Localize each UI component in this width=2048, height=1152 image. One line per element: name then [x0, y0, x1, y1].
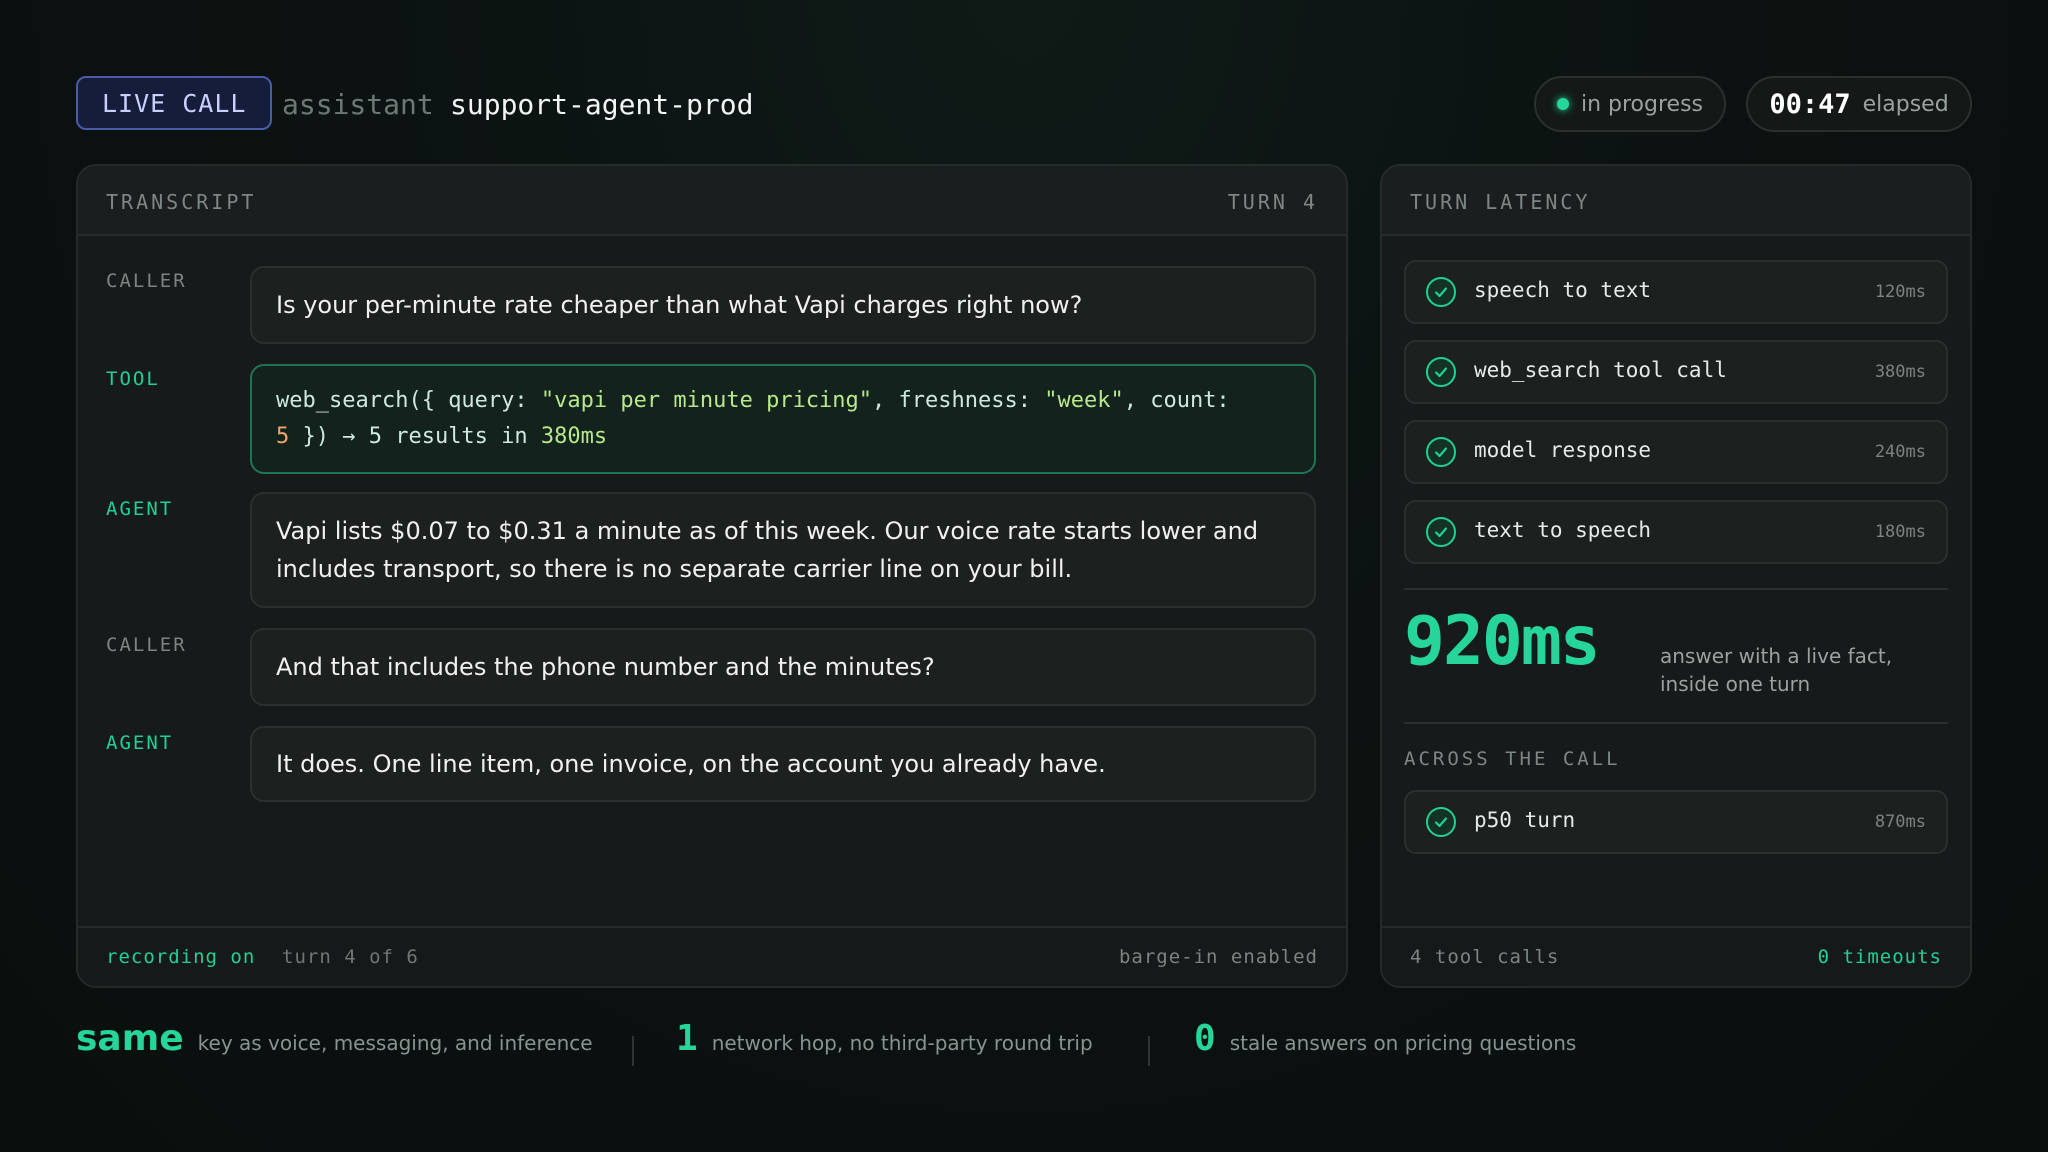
tool-result-time: 380ms: [540, 424, 608, 449]
tool-call-code: web_search({ query: "vapi per minute pri…: [276, 383, 1230, 455]
elapsed-value: 00:47: [1769, 88, 1851, 120]
tool-calls-count: 4 tool calls: [1410, 946, 1560, 968]
tool-result: }) → 5 results in: [289, 424, 541, 449]
message-bubble: And that includes the phone number and t…: [250, 628, 1316, 706]
stage-label: web_search tool call: [1474, 358, 1727, 382]
stat-value: 0: [1194, 1018, 1216, 1059]
latency-panel: TURN LATENCY speech to text 120ms web_se…: [1380, 164, 1972, 988]
call-header: LIVE CALL assistant support-agent-prod i…: [76, 76, 1972, 132]
speaker-label: CALLER: [106, 270, 187, 292]
stat-value: 1: [676, 1018, 698, 1059]
recording-status: recording on: [106, 946, 256, 968]
stat-value: same: [76, 1018, 184, 1059]
across-call-stat: p50 turn 870ms: [1404, 790, 1948, 854]
summary-stats: same key as voice, messaging, and infere…: [76, 1018, 1972, 1078]
stat-separator: [1148, 1036, 1150, 1066]
tool-arg-value: 5: [276, 424, 290, 449]
call-status-text: in progress: [1580, 91, 1704, 117]
speaker-label: CALLER: [106, 634, 187, 656]
latency-stage: model response 240ms: [1404, 420, 1948, 484]
stat-item: 1 network hop, no third-party round trip: [676, 1018, 1093, 1059]
elapsed-label: elapsed: [1862, 91, 1949, 117]
check-circle-icon: [1426, 357, 1456, 387]
stage-ms: 180ms: [1874, 522, 1926, 542]
elapsed-timer: 00:47 elapsed: [1746, 76, 1972, 132]
total-latency-value: 920ms: [1404, 602, 1601, 681]
tool-arg-key: query:: [448, 388, 541, 413]
turn-progress: turn 4 of 6: [282, 946, 419, 968]
live-call-badge: LIVE CALL: [76, 76, 273, 130]
assistant-name[interactable]: support-agent-prod: [450, 88, 753, 121]
latency-header: TURN LATENCY: [1382, 166, 1970, 236]
tool-arg-value: "week": [1044, 388, 1124, 413]
latency-stage: speech to text 120ms: [1404, 260, 1948, 324]
barge-in-status: barge-in enabled: [1118, 946, 1318, 968]
transcript-title: TRANSCRIPT: [106, 190, 257, 214]
stage-label: speech to text: [1474, 278, 1652, 302]
stage-label: p50 turn: [1474, 808, 1576, 832]
tool-arg-key: , count:: [1123, 388, 1230, 413]
timeouts-count: 0 timeouts: [1817, 946, 1942, 968]
status-dot-icon: [1556, 98, 1569, 110]
stage-ms: 380ms: [1874, 362, 1926, 382]
message-bubble: Vapi lists $0.07 to $0.31 a minute as of…: [250, 492, 1316, 608]
message-bubble: It does. One line item, one invoice, on …: [250, 726, 1316, 802]
total-latency-caption: answer with a live fact, inside one turn: [1660, 644, 1893, 696]
check-circle-icon: [1426, 277, 1456, 307]
stat-separator: [632, 1036, 634, 1066]
section-divider: [1404, 722, 1948, 724]
transcript-turn-label: TURN 4: [1227, 190, 1318, 214]
tool-call-bubble: web_search({ query: "vapi per minute pri…: [250, 364, 1316, 474]
stat-text: network hop, no third-party round trip: [711, 1031, 1093, 1055]
assistant-label: assistant: [282, 88, 434, 121]
speaker-label: AGENT: [106, 498, 174, 520]
stage-ms: 120ms: [1874, 282, 1926, 302]
check-circle-icon: [1426, 807, 1456, 837]
latency-footer: 4 tool calls 0 timeouts: [1382, 926, 1970, 986]
tool-arg-key: , freshness:: [872, 388, 1045, 413]
across-call-title: ACROSS THE CALL: [1404, 748, 1621, 770]
speaker-label: AGENT: [106, 732, 174, 754]
stage-ms: 870ms: [1874, 812, 1926, 832]
transcript-panel: TRANSCRIPT TURN 4 CALLER Is your per-min…: [76, 164, 1348, 988]
latency-stage: web_search tool call 380ms: [1404, 340, 1948, 404]
speaker-label: TOOL: [106, 368, 160, 390]
stage-ms: 240ms: [1874, 442, 1926, 462]
section-divider: [1404, 588, 1948, 590]
transcript-header: TRANSCRIPT TURN 4: [78, 166, 1346, 236]
latency-title: TURN LATENCY: [1410, 190, 1591, 214]
transcript-footer: recording on turn 4 of 6 barge-in enable…: [78, 926, 1346, 986]
tool-arg-value: "vapi per minute pricing": [540, 388, 873, 413]
check-circle-icon: [1426, 517, 1456, 547]
stage-label: text to speech: [1474, 518, 1652, 542]
tool-fn: web_search({: [276, 388, 449, 413]
latency-stage: text to speech 180ms: [1404, 500, 1948, 564]
stat-text: stale answers on pricing questions: [1229, 1031, 1577, 1055]
stat-text: key as voice, messaging, and inference: [197, 1031, 593, 1055]
message-bubble: Is your per-minute rate cheaper than wha…: [250, 266, 1316, 344]
stage-label: model response: [1474, 438, 1652, 462]
call-status-pill: in progress: [1534, 76, 1726, 132]
stat-item: 0 stale answers on pricing questions: [1194, 1018, 1576, 1059]
stat-item: same key as voice, messaging, and infere…: [76, 1018, 593, 1059]
check-circle-icon: [1426, 437, 1456, 467]
